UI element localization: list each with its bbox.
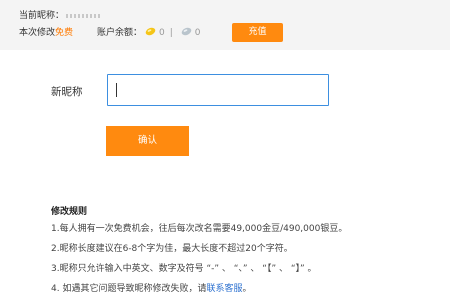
new-nickname-input[interactable] [107, 74, 329, 106]
rule-item-3: 3.昵称只允许输入中英文、数字及符号 “-” 、 “、” 、 “【” 、 “】”… [51, 264, 317, 274]
recharge-button[interactable]: 充值 [232, 23, 283, 42]
rule-item-4-prefix: 4. 如遇其它问题导致昵称修改失败，请 [51, 284, 207, 294]
confirm-button[interactable]: 确认 [106, 126, 189, 156]
modify-cost-free: 免费 [55, 28, 74, 38]
rule-item-1: 1.每人拥有一次免费机会，往后每次改名需要49,000金豆/490,000银豆。 [51, 224, 348, 234]
rule-item-4: 4. 如遇其它问题导致昵称修改失败，请联系客服。 [51, 283, 251, 295]
balance-label: 账户余额： [97, 28, 143, 38]
balance-separator: | [169, 28, 173, 38]
modify-cost-prefix: 本次修改 [19, 28, 56, 38]
current-nickname-label: 当前昵称： [19, 11, 65, 21]
text-caret [116, 83, 117, 97]
rules-title: 修改规则 [51, 207, 88, 217]
current-nickname-masked-value [66, 13, 101, 18]
rule-item-2: 2.昵称长度建议在6-8个字为佳，最大长度不超过20个字符。 [51, 244, 293, 254]
account-balance: 账户余额： 0 | 0 [97, 27, 201, 39]
rule-item-4-suffix: 。 [242, 284, 252, 294]
silver-bean-icon [181, 27, 192, 36]
silver-bean-count: 0 [194, 28, 201, 38]
gold-bean-icon [145, 27, 156, 36]
gold-bean-count: 0 [159, 28, 165, 38]
contact-support-link[interactable]: 联系客服 [206, 284, 242, 294]
account-header: 当前昵称： 本次修改免费 账户余额： 0 | 0 充值 [0, 0, 450, 50]
new-nickname-label: 新昵称 [51, 86, 83, 98]
modify-cost-row: 本次修改免费 [19, 27, 73, 39]
current-nickname-row: 当前昵称： [19, 10, 101, 22]
